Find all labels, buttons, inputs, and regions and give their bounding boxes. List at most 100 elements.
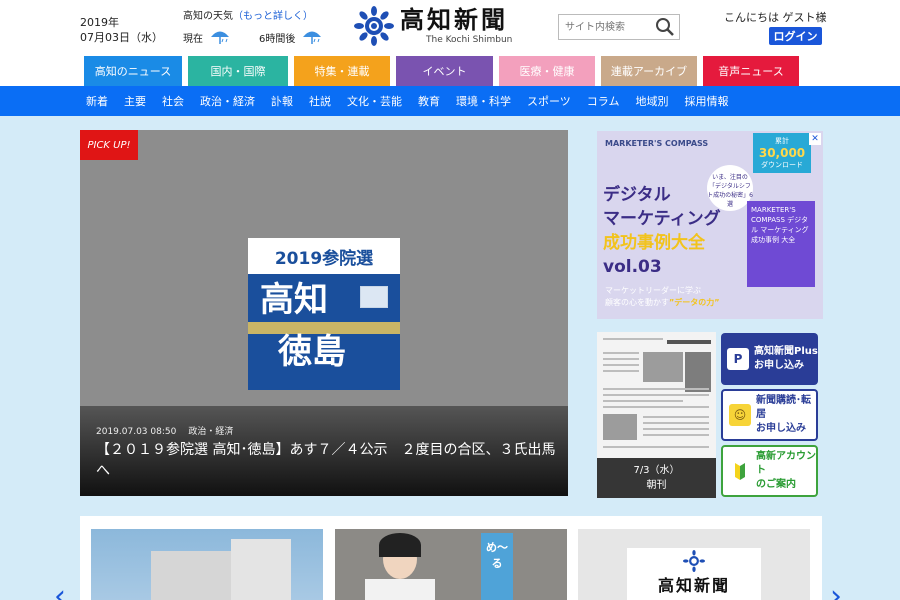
subnav-item-sports[interactable]: スポーツ bbox=[527, 93, 571, 109]
weather-label: 高知の天気 bbox=[183, 11, 233, 22]
newspaper-date-label: 7/3（水） 朝刊 bbox=[597, 458, 716, 498]
ad-headline-4: vol.03 bbox=[603, 257, 662, 277]
current-date: 2019年 07月03日（水） bbox=[80, 15, 163, 45]
subnav-item-main[interactable]: 主要 bbox=[124, 93, 146, 109]
account-info-button[interactable]: 高新アカウント のご案内 bbox=[721, 445, 818, 497]
account-info-line-2: のご案内 bbox=[756, 479, 796, 490]
ad-close-icon[interactable]: ✕ bbox=[809, 133, 821, 145]
subscription-line-2: お申し込み bbox=[756, 423, 806, 434]
carousel-prev-icon[interactable]: ‹ bbox=[54, 582, 66, 600]
subnav-item-science[interactable]: 環境・科学 bbox=[456, 93, 511, 109]
site-header: 2019年 07月03日（水） 高知の天気（もっと詳しく） 現在 6時間後 高知… bbox=[0, 0, 900, 56]
paper-line bbox=[603, 406, 709, 408]
subnav-item-recruit[interactable]: 採用情報 bbox=[684, 93, 728, 109]
account-info-label: 高新アカウント のご案内 bbox=[756, 450, 816, 492]
paper-photo bbox=[685, 352, 711, 392]
login-button[interactable]: ログイン bbox=[769, 27, 822, 45]
paper-line bbox=[603, 370, 639, 372]
subnav-item-society[interactable]: 社会 bbox=[162, 93, 184, 109]
paper-line bbox=[667, 340, 711, 344]
search-input[interactable] bbox=[559, 16, 651, 38]
user-greeting: こんにちは ゲスト様 bbox=[724, 11, 827, 24]
paper-line bbox=[643, 434, 709, 436]
date-day: 07月03日（水） bbox=[80, 31, 163, 44]
subscription-button[interactable]: ☺ 新聞購読･転居 お申し込み bbox=[721, 389, 818, 441]
weather-now-label: 現在 bbox=[183, 33, 203, 45]
mascot-icon: ☺ bbox=[729, 404, 751, 426]
carousel-logo: 高知新聞 bbox=[627, 548, 761, 600]
weather-forecast: 現在 6時間後 bbox=[183, 28, 329, 46]
ad-tagline-2b: ”データの力” bbox=[669, 298, 720, 307]
pickup-badge: PICK UP! bbox=[80, 130, 138, 160]
subnav-item-column[interactable]: コラム bbox=[587, 93, 620, 109]
carousel-card-hospital[interactable] bbox=[91, 529, 323, 600]
ad-book-cover: MARKETER'S COMPASS デジタル マーケティング 成功事例 大全 bbox=[747, 201, 815, 287]
building-image bbox=[231, 539, 291, 600]
subscription-line-1: 新聞購読･転居 bbox=[756, 395, 811, 420]
paper-line bbox=[643, 422, 709, 424]
weather-later-label: 6時間後 bbox=[259, 33, 296, 45]
ballot-box-icon bbox=[360, 286, 388, 308]
subnav-item-latest[interactable]: 新着 bbox=[86, 93, 108, 109]
date-year: 2019年 bbox=[80, 16, 119, 29]
sunflower-emblem-icon bbox=[683, 550, 705, 572]
pickup-headline[interactable]: 【２０１９参院選 高知･徳島】あす７／４公示 ２度目の合区、３氏出馬へ bbox=[96, 440, 556, 482]
weather-more-link[interactable]: （もっと詳しく） bbox=[233, 11, 313, 22]
pickup-date: 2019.07.03 08:50 bbox=[96, 427, 177, 437]
newspaper-date: 7/3（水） bbox=[633, 465, 680, 476]
paper-photo bbox=[603, 414, 637, 440]
ad-banner[interactable]: MARKETER'S COMPASS 累計 30,000 ダウンロード いま、注… bbox=[597, 131, 823, 319]
tab-events[interactable]: イベント bbox=[396, 56, 493, 86]
graphic-line-1: 高知 bbox=[260, 280, 328, 320]
ad-headline-1: デジタル bbox=[603, 185, 671, 205]
kochi-plus-line-2: お申し込み bbox=[754, 360, 804, 371]
category-tabs: 高知のニュース 国内・国際 特集・連載 イベント 医療・健康 連載アーカイブ 音… bbox=[84, 56, 805, 86]
tab-features[interactable]: 特集・連載 bbox=[294, 56, 390, 86]
pickup-article[interactable]: PICK UP! 2019参院選 高知 徳島 2019.07.03 08:50 政… bbox=[80, 130, 568, 496]
logo-subtitle: The Kochi Shimbun bbox=[426, 35, 513, 45]
ad-tagline-2a: 顧客の心を動かす bbox=[605, 298, 669, 307]
paper-line bbox=[643, 416, 709, 418]
paper-line bbox=[603, 358, 639, 360]
subnav-item-region[interactable]: 地域別 bbox=[635, 93, 668, 109]
student-image bbox=[379, 533, 421, 557]
site-logo[interactable]: 高知新聞 The Kochi Shimbun bbox=[354, 6, 512, 46]
ad-download-counter: 累計 30,000 ダウンロード bbox=[753, 133, 811, 173]
newspaper-thumbnail[interactable]: 7/3（水） 朝刊 bbox=[597, 332, 716, 498]
subnav-item-obituaries[interactable]: 訃報 bbox=[271, 93, 293, 109]
kochi-plus-label: 高知新聞Plus お申し込み bbox=[754, 345, 818, 373]
paper-line bbox=[603, 338, 663, 340]
tab-kochi-news[interactable]: 高知のニュース bbox=[84, 56, 182, 86]
account-info-line-1: 高新アカウント bbox=[756, 451, 816, 476]
ad-headline-2: マーケティング bbox=[603, 209, 721, 229]
subnav-item-politics[interactable]: 政治・経済 bbox=[200, 93, 255, 109]
ad-headline: デジタル マーケティング 成功事例大全 vol.03 bbox=[603, 183, 721, 279]
pickup-meta: 2019.07.03 08:50 政治・経済 bbox=[96, 424, 233, 437]
kochi-plus-signup-button[interactable]: P 高知新聞Plus お申し込み bbox=[721, 333, 818, 385]
tab-audio-news[interactable]: 音声ニュース bbox=[703, 56, 799, 86]
subnav: 新着 主要 社会 政治・経済 訃報 社説 文化・芸能 教育 環境・科学 スポーツ… bbox=[86, 86, 744, 116]
logo-title: 高知新聞 bbox=[400, 5, 508, 34]
carousel-next-icon[interactable]: › bbox=[830, 582, 842, 600]
beginner-mark-icon bbox=[729, 460, 751, 482]
paper-photo bbox=[643, 352, 683, 382]
weather-title: 高知の天気（もっと詳しく） bbox=[183, 7, 313, 22]
paper-line bbox=[603, 446, 709, 448]
paper-line bbox=[643, 428, 709, 430]
carousel-card-students[interactable]: め〜る bbox=[335, 529, 567, 600]
tab-archive[interactable]: 連載アーカイブ bbox=[601, 56, 697, 86]
subnav-item-education[interactable]: 教育 bbox=[418, 93, 440, 109]
ad-brand: MARKETER'S COMPASS bbox=[605, 139, 709, 148]
subnav-item-editorial[interactable]: 社説 bbox=[309, 93, 331, 109]
search-icon[interactable] bbox=[655, 17, 675, 37]
newspaper-edition: 朝刊 bbox=[646, 480, 667, 491]
tab-domestic-international[interactable]: 国内・国際 bbox=[188, 56, 288, 86]
carousel-logo-text: 高知新聞 bbox=[657, 576, 730, 595]
sunflower-emblem-icon bbox=[354, 6, 394, 46]
umbrella-icon bbox=[211, 31, 229, 44]
paper-line bbox=[603, 394, 709, 396]
kochi-plus-line-1: 高知新聞Plus bbox=[754, 346, 818, 357]
tab-health[interactable]: 医療・健康 bbox=[499, 56, 595, 86]
subnav-item-culture[interactable]: 文化・芸能 bbox=[347, 93, 402, 109]
ad-tagline: マーケットリーダーに学ぶ 顧客の心を動かす”データの力” bbox=[605, 285, 720, 309]
